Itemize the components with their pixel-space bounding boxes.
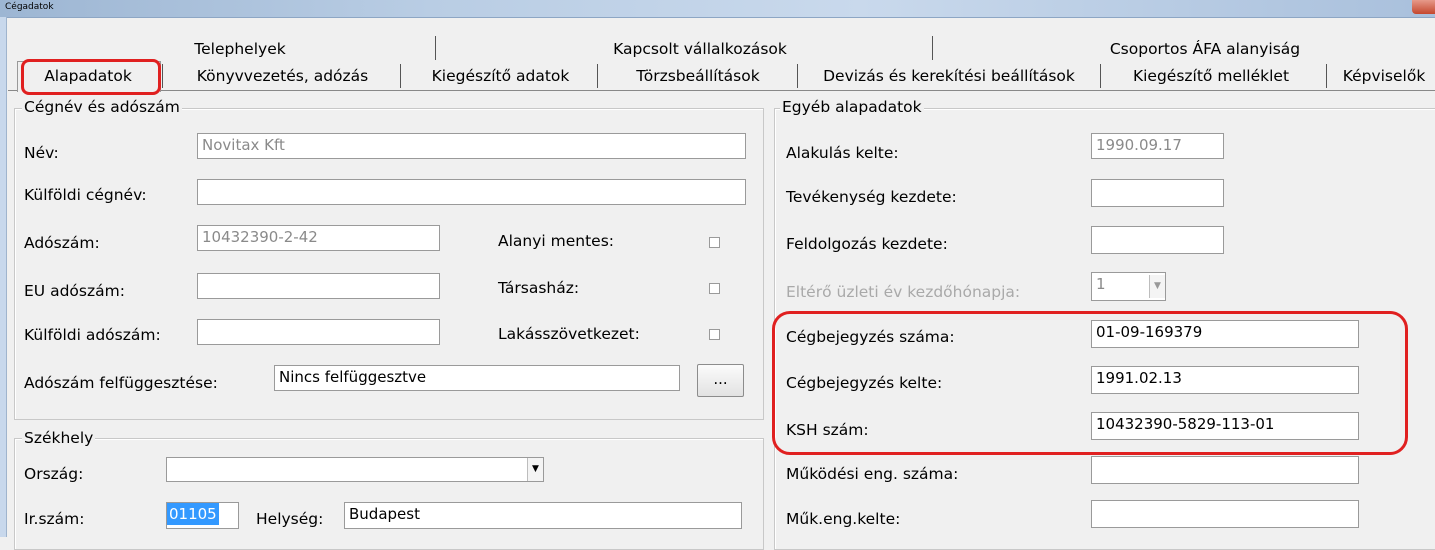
tab-kapcsolt-vallalkozasok[interactable]: Kapcsolt vállalkozások bbox=[590, 36, 810, 62]
tab-separator bbox=[1326, 64, 1327, 88]
lakasszovetkezet-label: Lakásszövetkezet: bbox=[498, 325, 640, 343]
muk-eng-kelte-label: Műk.eng.kelte: bbox=[786, 510, 901, 528]
nev-input[interactable]: Novitax Kft bbox=[197, 133, 746, 159]
tab-separator bbox=[797, 64, 798, 88]
szekhely-group bbox=[14, 438, 764, 550]
window-title: Cégadatok bbox=[5, 2, 54, 12]
group-title: Egyéb alapadatok bbox=[780, 98, 924, 116]
close-button[interactable] bbox=[1412, 0, 1435, 14]
tab-separator bbox=[435, 36, 436, 60]
tab-separator bbox=[597, 64, 598, 88]
helyseg-input[interactable]: Budapest bbox=[344, 502, 742, 529]
highlight-outline-tab bbox=[21, 59, 161, 95]
adoszam-input[interactable]: 10432390-2-42 bbox=[197, 225, 440, 251]
feldolgozas-kezdete-input[interactable] bbox=[1091, 226, 1224, 254]
group-title: Székhely bbox=[22, 429, 96, 447]
tab-kepviselok[interactable]: Képviselők bbox=[1334, 63, 1434, 89]
felfuggesztes-input[interactable]: Nincs felfüggesztve bbox=[274, 365, 680, 391]
tarsashaz-checkbox[interactable] bbox=[709, 283, 720, 294]
irszam-label: Ir.szám: bbox=[24, 510, 85, 528]
alakulas-kelte-label: Alakulás kelte: bbox=[786, 144, 899, 162]
alanyi-mentes-checkbox[interactable] bbox=[709, 237, 720, 248]
alanyi-mentes-label: Alanyi mentes: bbox=[498, 232, 615, 250]
highlight-outline-registration bbox=[772, 311, 1408, 455]
lakasszovetkezet-checkbox[interactable] bbox=[709, 329, 720, 340]
helyseg-label: Helység: bbox=[256, 510, 324, 528]
mukodesi-eng-szama-label: Működési eng. száma: bbox=[786, 465, 959, 483]
group-title: Cégnév és adószám bbox=[22, 98, 182, 116]
kulfoldi-cegnev-label: Külföldi cégnév: bbox=[24, 186, 147, 204]
alakulas-kelte-input[interactable]: 1990.09.17 bbox=[1091, 133, 1224, 159]
tevekenyseg-kezdete-label: Tevékenység kezdete: bbox=[786, 188, 957, 206]
eu-adoszam-label: EU adószám: bbox=[24, 282, 125, 300]
tab-kiegeszito-melleklet[interactable]: Kiegészítő melléklet bbox=[1106, 63, 1316, 89]
tab-separator bbox=[162, 64, 163, 88]
tab-kiegeszito-adatok[interactable]: Kiegészítő adatok bbox=[408, 63, 593, 89]
tab-devizas-kerekitesi[interactable]: Devizás és kerekítési beállítások bbox=[803, 63, 1095, 89]
eu-adoszam-input[interactable] bbox=[197, 273, 440, 299]
felfuggesztes-label: Adószám felfüggesztése: bbox=[24, 374, 218, 392]
nev-label: Név: bbox=[24, 144, 59, 162]
adoszam-label: Adószám: bbox=[24, 234, 100, 252]
mukodesi-eng-szama-input[interactable] bbox=[1091, 456, 1359, 484]
tab-csoportos-afa[interactable]: Csoportos ÁFA alanyiság bbox=[1090, 36, 1320, 62]
tab-separator bbox=[932, 36, 933, 60]
tab-telephelyek[interactable]: Telephelyek bbox=[170, 36, 310, 62]
chevron-down-icon[interactable]: ▼ bbox=[527, 458, 543, 481]
window-frame bbox=[0, 17, 7, 537]
tab-konyvvezetes-adozas[interactable]: Könyvvezetés, adózás bbox=[170, 63, 395, 89]
tab-separator bbox=[1100, 64, 1101, 88]
tab-baseline bbox=[8, 90, 1435, 91]
irszam-input[interactable]: 01105 bbox=[166, 502, 239, 529]
tab-torzsbeallitasok[interactable]: Törzsbeállítások bbox=[603, 63, 793, 89]
feldolgozas-kezdete-label: Feldolgozás kezdete: bbox=[786, 235, 948, 253]
kulfoldi-cegnev-input[interactable] bbox=[197, 179, 746, 205]
title-bar bbox=[0, 0, 1435, 18]
elter-uzleti-ev-label: Eltérő üzleti év kezdőhónapja: bbox=[786, 283, 1021, 301]
orszag-select[interactable] bbox=[166, 457, 544, 482]
tarsashaz-label: Társasház: bbox=[498, 279, 580, 297]
chevron-down-icon[interactable]: ▼ bbox=[1149, 275, 1165, 298]
irszam-selected-text: 01105 bbox=[167, 503, 219, 525]
tevekenyseg-kezdete-input[interactable] bbox=[1091, 179, 1224, 207]
tab-separator bbox=[400, 64, 401, 88]
muk-eng-kelte-input[interactable] bbox=[1091, 500, 1359, 528]
orszag-label: Ország: bbox=[24, 465, 84, 483]
kulfoldi-adoszam-input[interactable] bbox=[197, 319, 440, 345]
felfuggesztes-browse-button[interactable]: ... bbox=[697, 364, 744, 397]
kulfoldi-adoszam-label: Külföldi adószám: bbox=[24, 326, 161, 344]
